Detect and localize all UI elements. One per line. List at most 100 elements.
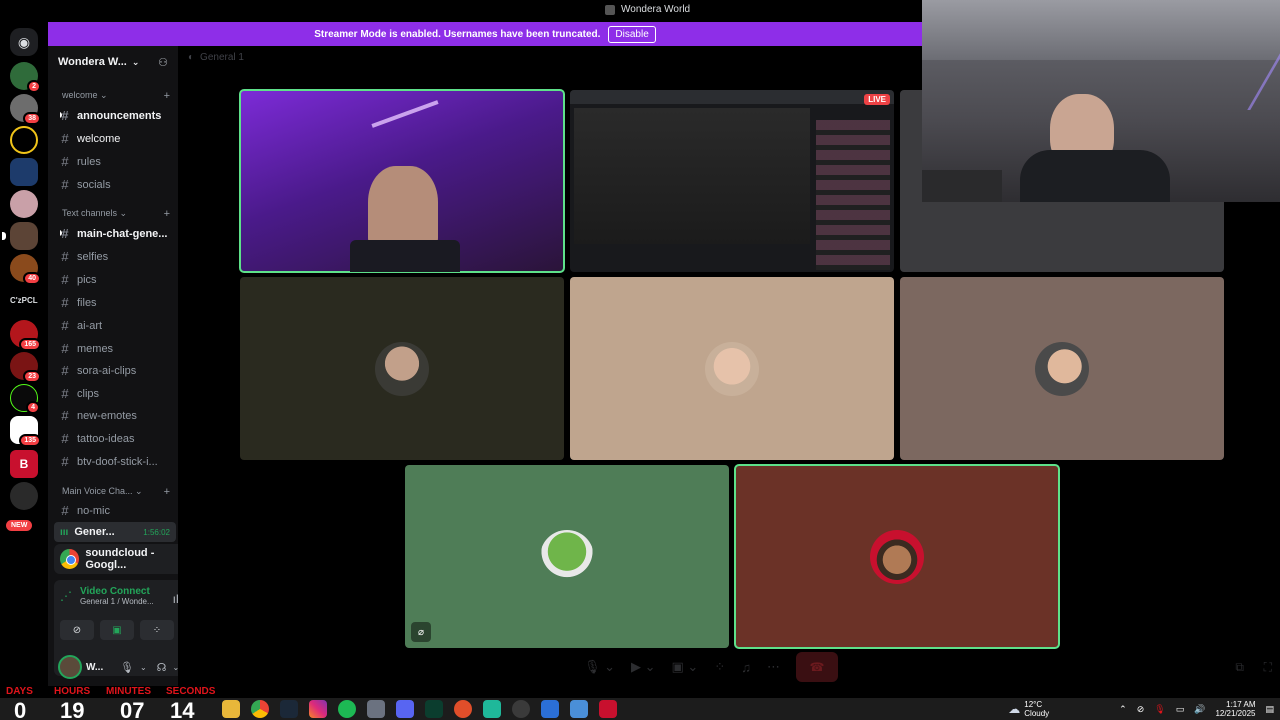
more-options-icon[interactable]: ⋯	[767, 659, 780, 675]
file-explorer-icon[interactable]	[222, 700, 240, 718]
terminal-icon[interactable]	[425, 700, 443, 718]
channel-socials[interactable]: # socials	[60, 177, 172, 192]
channel-memes[interactable]: # memes	[60, 341, 172, 356]
add-channel-icon[interactable]: +	[164, 90, 170, 102]
discord-icon[interactable]	[396, 700, 414, 718]
channel-label: sora-ai-clips	[77, 364, 137, 377]
channel-btv-doof-stick[interactable]: # btv-doof-stick-i...	[60, 454, 172, 469]
signal-icon[interactable]: ⋰	[60, 589, 72, 603]
avatar[interactable]	[58, 655, 82, 679]
category-text-channels[interactable]: Text channels ⌄ +	[62, 208, 170, 220]
discord-home-icon[interactable]: ◉	[10, 28, 38, 56]
channel-label: main-chat-gene...	[77, 227, 168, 240]
server-icon[interactable]: B	[10, 450, 38, 478]
server-icon[interactable]: 165	[10, 320, 41, 351]
mail-icon[interactable]	[541, 700, 559, 718]
kick-server-icon[interactable]: 4	[10, 384, 40, 414]
server-icon[interactable]: 23	[10, 352, 41, 383]
disable-button[interactable]: Disable	[608, 25, 656, 43]
app-icon[interactable]	[599, 700, 617, 718]
participant-tile[interactable]	[240, 277, 564, 460]
server-icon[interactable]: 2	[10, 62, 41, 93]
screen-share-icon[interactable]: ▣ ⌄	[672, 659, 699, 675]
add-channel-icon[interactable]: +	[164, 486, 170, 498]
add-channel-icon[interactable]: +	[164, 208, 170, 220]
server-icon[interactable]	[10, 190, 38, 218]
soundboard-icon[interactable]: ♫	[741, 660, 751, 675]
server-icon[interactable]: 135	[10, 416, 41, 447]
hang-up-button[interactable]: ☎	[795, 652, 838, 682]
video-tile-stream[interactable]: LIVE	[570, 90, 894, 272]
chevron-up-icon[interactable]: ⌃	[1119, 704, 1127, 715]
new-badge[interactable]: NEW	[6, 520, 33, 531]
server-icon[interactable]	[10, 126, 38, 154]
server-icon[interactable]	[10, 482, 38, 510]
user-name[interactable]: W...	[86, 662, 110, 673]
voice-channel-general[interactable]: ııı Gener... 1:56:02	[54, 522, 176, 542]
spotify-icon[interactable]	[338, 700, 356, 718]
channel-rules[interactable]: # rules	[60, 154, 172, 169]
volume-icon[interactable]: 🔊	[1194, 704, 1205, 715]
channel-selfies[interactable]: # selfies	[60, 249, 172, 264]
display-icon[interactable]: ▭	[1176, 704, 1185, 715]
photos-icon[interactable]	[570, 700, 588, 718]
server-icon[interactable]	[2, 222, 38, 250]
video-tile-camera[interactable]	[239, 89, 565, 273]
participant-tile[interactable]	[570, 277, 894, 460]
participant-tile[interactable]: ⌀	[405, 465, 729, 648]
weather-widget[interactable]: ☁ 12°C Cloudy	[1008, 700, 1049, 718]
steam-icon[interactable]	[280, 700, 298, 718]
chrome-icon[interactable]	[251, 700, 269, 718]
category-main-voice[interactable]: Main Voice Cha... ⌄ +	[62, 486, 170, 498]
server-header[interactable]: Wondera W... ⌄ ⚇	[48, 46, 178, 78]
participant-tile[interactable]	[900, 277, 1224, 460]
settings-gear-icon[interactable]	[367, 700, 385, 718]
server-icon[interactable]: 38	[10, 94, 41, 125]
channel-label: btv-doof-stick-i...	[77, 455, 158, 468]
channel-label: pics	[77, 273, 97, 286]
screen-share-button[interactable]: ▣	[100, 620, 134, 640]
vc-status-text: Video Connect	[80, 586, 150, 597]
channel-tattoo-ideas[interactable]: # tattoo-ideas	[60, 431, 172, 446]
stream-player	[574, 108, 810, 244]
channel-main-chat[interactable]: # main-chat-gene...	[60, 226, 172, 241]
app-icon	[605, 4, 615, 15]
channel-pics[interactable]: # pics	[60, 272, 172, 287]
channel-welcome[interactable]: # welcome	[60, 131, 172, 146]
countdown-values: 0 19 07 14	[14, 698, 194, 720]
network-off-icon[interactable]: ⊘	[1137, 704, 1145, 715]
camera-off-button[interactable]: ⊘	[60, 620, 94, 640]
chevron-down-icon[interactable]: ⌄	[140, 663, 147, 672]
activities-button[interactable]: ⁘	[140, 620, 174, 640]
channel-new-emotes[interactable]: # new-emotes	[60, 408, 172, 423]
notification-icon[interactable]: ▤	[1265, 704, 1274, 715]
server-icon[interactable]	[10, 158, 38, 186]
channel-clips[interactable]: # clips	[60, 386, 172, 401]
channel-ai-art[interactable]: # ai-art	[60, 318, 172, 333]
fullscreen-icon[interactable]: ⛶	[1264, 660, 1272, 675]
server-icon[interactable]: 40	[10, 254, 41, 285]
category-welcome[interactable]: welcome ⌄ +	[62, 90, 170, 102]
clock[interactable]: 1:17 AM 12/21/2025	[1215, 700, 1255, 718]
obs-icon[interactable]	[454, 700, 472, 718]
microphone-icon[interactable]: 🎙 ⌄	[584, 659, 615, 675]
channel-no-mic[interactable]: # no-mic	[60, 503, 172, 518]
channel-announcements[interactable]: # announcements	[60, 108, 172, 123]
activities-icon[interactable]: ⁘	[714, 659, 725, 675]
channel-sora-ai-clips[interactable]: # sora-ai-clips	[60, 363, 172, 378]
popout-icon[interactable]: ⧉	[1235, 660, 1244, 675]
countdown-value: 07	[120, 698, 145, 720]
app-icon[interactable]	[512, 700, 530, 718]
instagram-icon[interactable]	[309, 700, 327, 718]
channel-files[interactable]: # files	[60, 295, 172, 310]
app-icon[interactable]	[483, 700, 501, 718]
participant-tile-speaking[interactable]	[734, 464, 1060, 649]
headphones-icon[interactable]: ☊	[157, 661, 167, 674]
add-user-icon[interactable]: ⚇	[158, 56, 168, 69]
microphone-icon[interactable]: 🎙	[120, 661, 134, 674]
camera-icon[interactable]: ▶ ⌄	[631, 659, 656, 675]
vc-location[interactable]: General 1 / Wonde...	[80, 597, 154, 606]
clock-time: 1:17 AM	[1226, 700, 1256, 709]
microphone-icon[interactable]: 🎙	[1154, 704, 1165, 715]
chevron-down-icon: ⌄	[131, 57, 140, 67]
